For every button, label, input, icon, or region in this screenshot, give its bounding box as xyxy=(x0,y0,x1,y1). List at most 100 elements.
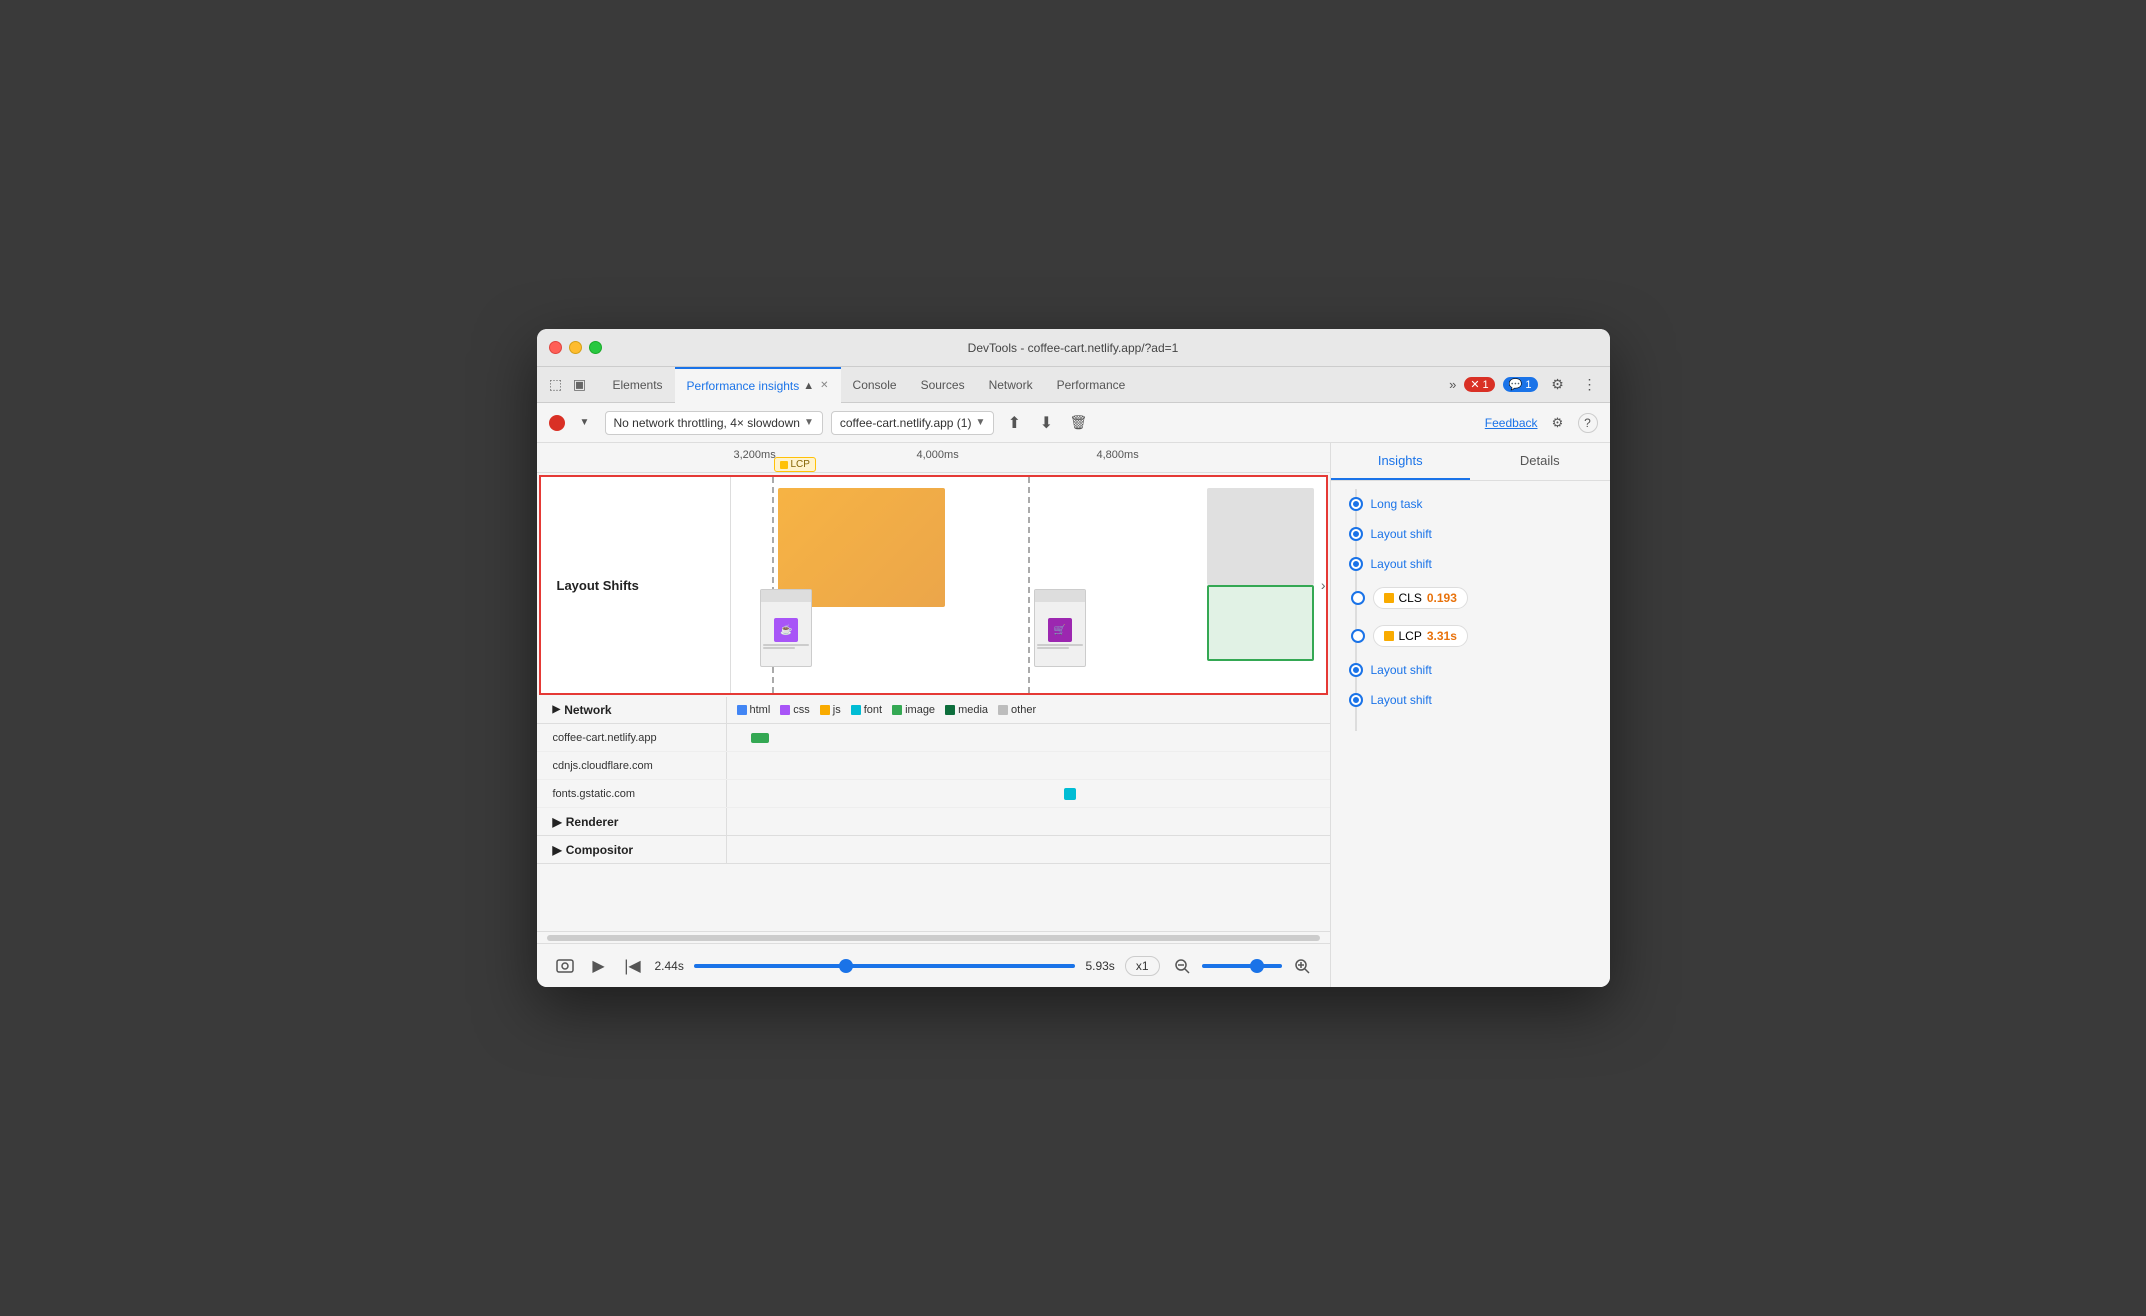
time-marker-2: 4,000ms xyxy=(917,449,959,461)
tab-performance-insights[interactable]: Performance insights ▲ ✕ xyxy=(675,367,841,403)
more-tabs-button[interactable]: » xyxy=(1449,377,1456,392)
bottom-bar: ▶ |◀ 2.44s 5.93s x1 xyxy=(537,943,1330,987)
toolbar-right: Feedback ⚙ ? xyxy=(1485,411,1598,435)
horizontal-scrollbar[interactable] xyxy=(537,931,1330,943)
delete-icon[interactable]: 🗑 xyxy=(1066,411,1090,435)
network-bar-1 xyxy=(751,733,769,743)
insight-layout-shift-4: Layout shift xyxy=(1331,685,1610,715)
thumb-content-1: ☕ xyxy=(761,602,811,666)
window-title: DevTools - coffee-cart.netlify.app/?ad=1 xyxy=(968,341,1179,355)
network-item-content-1 xyxy=(727,724,1330,751)
screenshot-icon[interactable] xyxy=(553,954,577,978)
skip-to-start-icon[interactable]: |◀ xyxy=(621,954,645,978)
legend-html: html xyxy=(737,704,771,716)
tab-bar-right: » ✕ 1 💬 1 ⚙ ⋮ xyxy=(1449,373,1601,397)
other-dot xyxy=(998,705,1008,715)
thumbnail-2[interactable]: 🛒 xyxy=(1034,589,1086,667)
page-select-dropdown[interactable]: coffee-cart.netlify.app (1) ▼ xyxy=(831,411,995,435)
more-options-icon[interactable]: ⋮ xyxy=(1578,373,1602,397)
zoom-controls xyxy=(1170,954,1314,978)
legend-js: js xyxy=(820,704,841,716)
upload-icon[interactable]: ⬆ xyxy=(1002,411,1026,435)
network-expand-icon[interactable]: ▶ xyxy=(553,704,561,715)
timeline-area[interactable]: Layout Shifts xyxy=(537,473,1330,931)
insight-layout-shift-3: Layout shift xyxy=(1331,655,1610,685)
record-button[interactable] xyxy=(549,415,565,431)
zoom-thumb[interactable] xyxy=(1250,959,1264,973)
tab-elements[interactable]: Elements xyxy=(601,367,675,403)
network-throttle-dropdown[interactable]: No network throttling, 4× slowdown ▼ xyxy=(605,411,823,435)
tab-network[interactable]: Network xyxy=(977,367,1045,403)
speed-badge[interactable]: x1 xyxy=(1125,956,1160,976)
js-dot xyxy=(820,705,830,715)
layout-shift-link-1[interactable]: Layout shift xyxy=(1371,527,1432,541)
layout-shift-link-3[interactable]: Layout shift xyxy=(1371,663,1432,677)
settings-icon[interactable]: ⚙ xyxy=(1546,373,1570,397)
zoom-in-icon[interactable] xyxy=(1290,954,1314,978)
feedback-link[interactable]: Feedback xyxy=(1485,416,1538,430)
lcp-dot-pill xyxy=(1384,631,1394,641)
renderer-label: ▶ Renderer xyxy=(537,808,727,835)
network-label: ▶ Network xyxy=(537,697,727,723)
chevron-down-icon: ▼ xyxy=(804,417,814,428)
devtools-window: DevTools - coffee-cart.netlify.app/?ad=1… xyxy=(537,329,1610,987)
tab-console[interactable]: Console xyxy=(841,367,909,403)
lcp-badge-pill: LCP 3.31s xyxy=(1373,625,1468,647)
layout-shift-link-4[interactable]: Layout shift xyxy=(1371,693,1432,707)
dropdown-arrow-icon[interactable]: ▼ xyxy=(573,411,597,435)
insight-dot-1 xyxy=(1351,499,1361,509)
slider-track-filled xyxy=(694,964,1076,968)
dashed-line-2 xyxy=(1028,477,1030,693)
renderer-expand-icon[interactable]: ▶ xyxy=(553,815,562,829)
font-dot xyxy=(851,705,861,715)
insight-circle-cls xyxy=(1351,591,1365,605)
cursor-icon[interactable]: ⬚ xyxy=(545,374,567,396)
inspect-icon[interactable]: ▣ xyxy=(569,374,591,396)
cls-value: 0.193 xyxy=(1427,591,1457,605)
tab-sources[interactable]: Sources xyxy=(909,367,977,403)
thumb-purple-box-1: ☕ xyxy=(774,618,798,642)
media-dot xyxy=(945,705,955,715)
tab-bar: ⬚ ▣ Elements Performance insights ▲ ✕ Co… xyxy=(537,367,1610,403)
error-badge: ✕ 1 xyxy=(1464,377,1494,392)
network-item-label-2: cdnjs.cloudflare.com xyxy=(537,752,727,779)
tab-insights[interactable]: Insights xyxy=(1331,443,1471,480)
cls-dot xyxy=(1384,593,1394,603)
long-task-link[interactable]: Long task xyxy=(1371,497,1423,511)
play-icon[interactable]: ▶ xyxy=(587,954,611,978)
network-item-2: cdnjs.cloudflare.com xyxy=(537,752,1330,780)
tab-close-icon[interactable]: ✕ xyxy=(820,380,828,391)
insight-dot-5 xyxy=(1351,695,1361,705)
slider-thumb[interactable] xyxy=(839,959,853,973)
settings-icon-2[interactable]: ⚙ xyxy=(1546,411,1570,435)
time-start-label: 2.44s xyxy=(655,959,684,973)
close-button[interactable] xyxy=(549,341,562,354)
left-panel: 3,200ms 4,000ms 4,800ms LCP Layout Shift… xyxy=(537,443,1330,987)
insight-layout-shift-2: Layout shift xyxy=(1331,549,1610,579)
zoom-slider[interactable] xyxy=(1202,964,1282,968)
layout-shift-gray-block xyxy=(1207,488,1314,585)
layout-shift-link-2[interactable]: Layout shift xyxy=(1371,557,1432,571)
layout-shifts-row: Layout Shifts xyxy=(539,475,1328,695)
compositor-expand-icon[interactable]: ▶ xyxy=(553,843,562,857)
download-icon[interactable]: ⬇ xyxy=(1034,411,1058,435)
network-item-3: fonts.gstatic.com xyxy=(537,780,1330,808)
tab-performance[interactable]: Performance xyxy=(1045,367,1138,403)
thumbnail-1[interactable]: ☕ xyxy=(760,589,812,667)
minimize-button[interactable] xyxy=(569,341,582,354)
network-item-content-3 xyxy=(727,780,1330,807)
insight-dot-4 xyxy=(1351,665,1361,675)
legend-other: other xyxy=(998,704,1036,716)
network-bar-3 xyxy=(1064,788,1076,800)
zoom-out-icon[interactable] xyxy=(1170,954,1194,978)
help-icon[interactable]: ? xyxy=(1578,413,1598,433)
scrollbar-track xyxy=(547,935,1320,941)
layout-shift-green-block xyxy=(1207,585,1314,661)
insight-long-task: Long task xyxy=(1331,489,1610,519)
toolbar: ▼ No network throttling, 4× slowdown ▼ c… xyxy=(537,403,1610,443)
playback-slider[interactable] xyxy=(694,964,1076,968)
title-bar: DevTools - coffee-cart.netlify.app/?ad=1 xyxy=(537,329,1610,367)
maximize-button[interactable] xyxy=(589,341,602,354)
tab-details[interactable]: Details xyxy=(1470,443,1610,480)
css-dot xyxy=(780,705,790,715)
